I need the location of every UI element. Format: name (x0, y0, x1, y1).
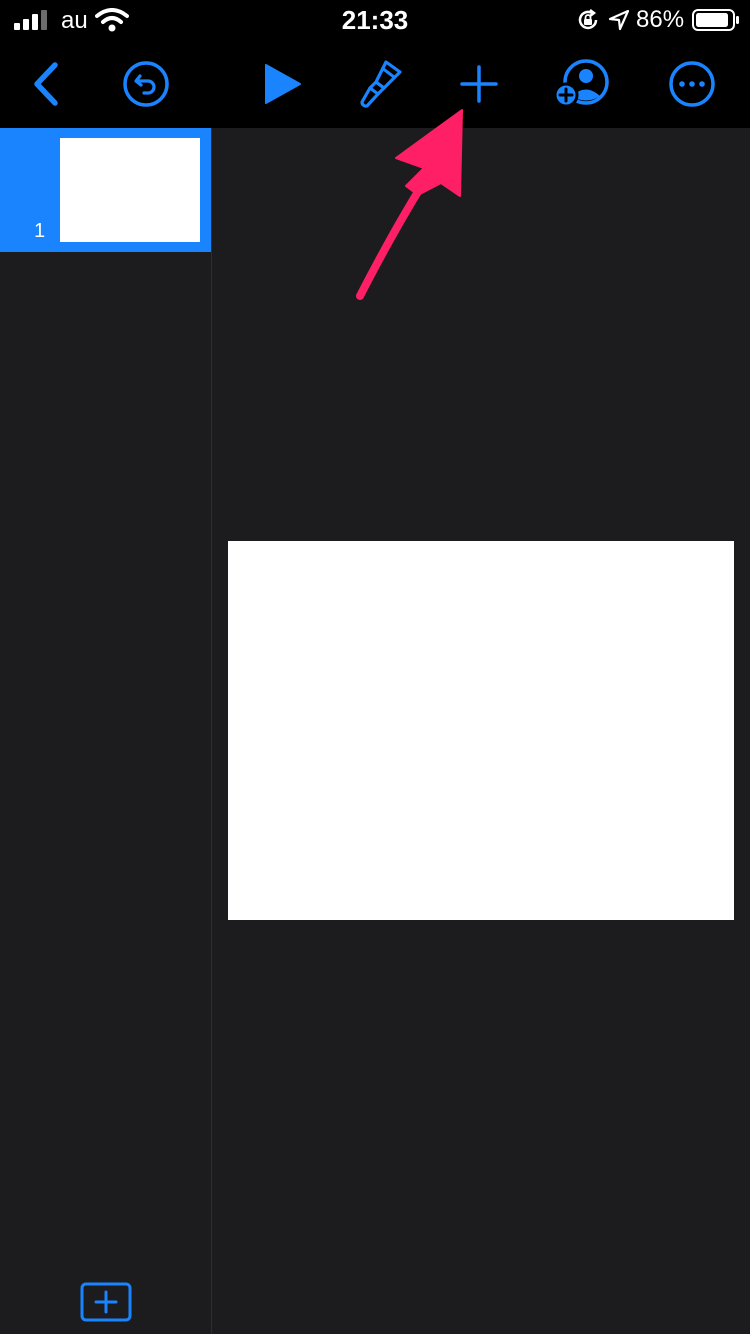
back-chevron-icon (34, 62, 58, 106)
location-arrow-icon (608, 9, 630, 31)
format-button[interactable] (350, 54, 410, 114)
add-icon (460, 65, 498, 103)
undo-button[interactable] (116, 54, 176, 114)
add-button[interactable] (449, 54, 509, 114)
back-button[interactable] (16, 54, 76, 114)
format-brush-icon (360, 60, 402, 108)
play-icon (265, 64, 301, 104)
slide-thumbnail-row[interactable]: 1 (0, 128, 211, 252)
collaborate-icon (554, 59, 609, 108)
battery-percent: 86% (636, 6, 685, 33)
slide-canvas[interactable] (212, 128, 750, 1334)
toolbar (0, 40, 750, 128)
current-slide[interactable] (228, 541, 734, 920)
play-button[interactable] (252, 54, 312, 114)
more-icon (669, 61, 715, 107)
add-slide-icon (80, 1282, 132, 1322)
more-button[interactable] (662, 54, 722, 114)
slide-navigator: 1 (0, 128, 212, 1334)
slide-number: 1 (34, 220, 46, 242)
add-slide-button[interactable] (80, 1282, 132, 1322)
battery-icon (692, 9, 739, 31)
undo-icon (123, 61, 169, 107)
collaborate-button[interactable] (552, 54, 612, 114)
status-bar: au 21:33 86% (0, 0, 750, 40)
rotation-lock-icon (578, 9, 598, 30)
slide-thumbnail[interactable] (60, 138, 200, 242)
